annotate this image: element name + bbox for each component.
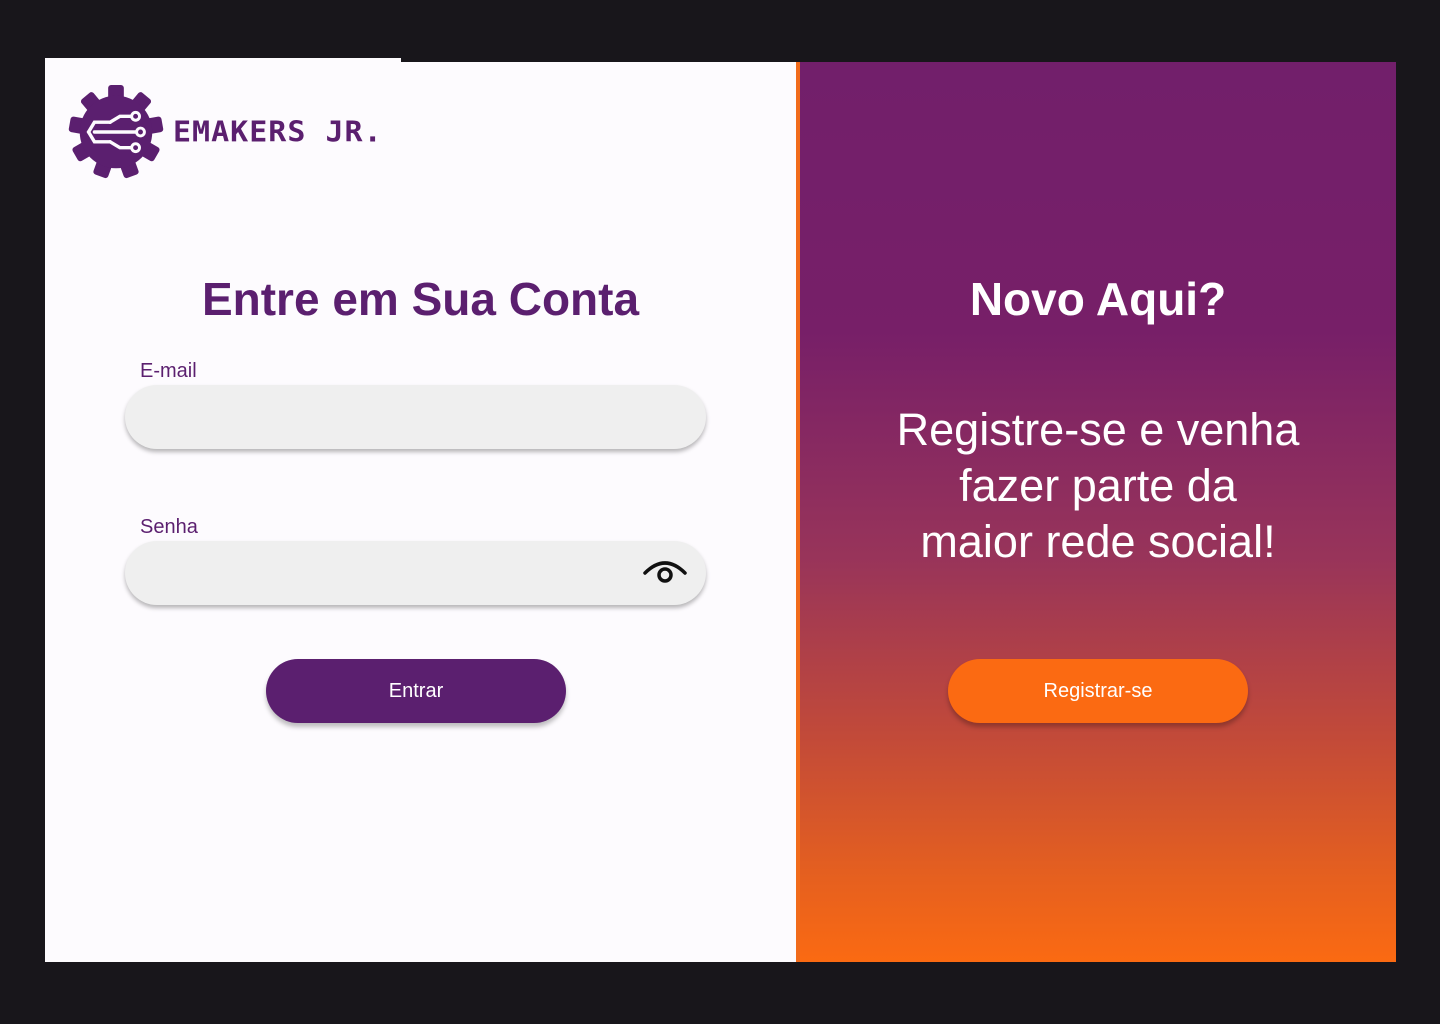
password-label: Senha (140, 516, 198, 538)
app-frame: EMAKERS JR. Entre em Sua Conta E-mail Se… (45, 62, 1396, 962)
password-field[interactable] (125, 541, 706, 605)
register-message: Registre-se e venha fazer parte da maior… (848, 402, 1348, 570)
register-message-line-1: Registre-se e venha (896, 404, 1300, 455)
register-button[interactable]: Registrar-se (948, 659, 1248, 723)
brand-logo: EMAKERS JR. (67, 83, 383, 181)
login-button[interactable]: Entrar (266, 659, 566, 723)
brand-name: EMAKERS JR. (173, 115, 383, 149)
login-title: Entre em Sua Conta (201, 273, 640, 325)
email-field[interactable] (125, 385, 706, 449)
register-message-line-2: fazer parte da (959, 460, 1237, 511)
eye-icon[interactable] (641, 555, 689, 587)
register-panel: Novo Aqui? Registre-se e venha fazer par… (800, 62, 1396, 962)
register-message-line-3: maior rede social! (920, 516, 1276, 567)
email-label: E-mail (140, 360, 197, 382)
login-panel: EMAKERS JR. Entre em Sua Conta E-mail Se… (45, 62, 796, 962)
gear-circuit-icon (68, 84, 164, 179)
register-title: Novo Aqui? (969, 273, 1227, 325)
